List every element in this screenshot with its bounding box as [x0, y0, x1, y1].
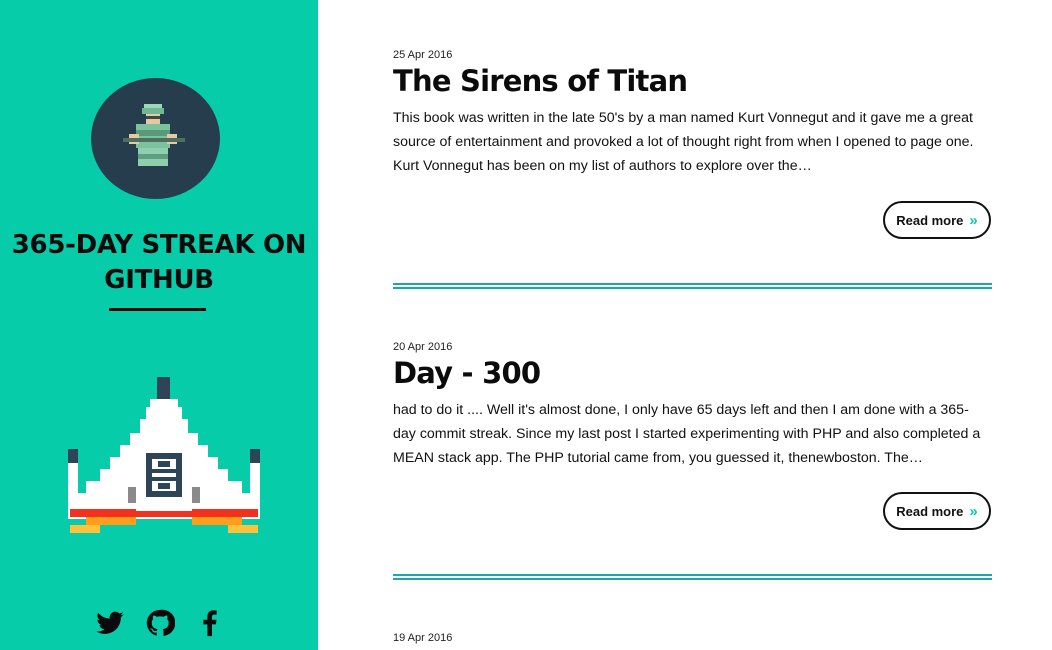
site-title[interactable]: 365-DAY STREAK ON GITHUB [0, 228, 318, 298]
post-date: 20 Apr 2016 [393, 341, 453, 353]
post-title[interactable]: The Sirens of Titan [393, 62, 993, 100]
post-date: 25 Apr 2016 [393, 49, 453, 61]
double-chevron-right-icon: » [969, 502, 978, 520]
avatar[interactable] [91, 78, 220, 199]
social-links [95, 606, 225, 640]
post-divider [393, 283, 992, 289]
post-item: 20 Apr 2016 Day - 300 had to do it .... … [393, 340, 993, 470]
post-divider [393, 574, 992, 580]
read-more-label: Read more [896, 212, 964, 228]
post-excerpt: This book was written in the late 50's b… [393, 110, 974, 174]
sidebar: 365-DAY STREAK ON GITHUB [0, 0, 318, 650]
read-more-label: Read more [896, 503, 964, 519]
read-more-button[interactable]: Read more » [883, 201, 991, 239]
post-item: 25 Apr 2016 The Sirens of Titan This boo… [393, 48, 993, 178]
spaceship-illustration [68, 377, 260, 533]
post-title[interactable]: Day - 300 [393, 354, 993, 392]
github-icon[interactable] [145, 608, 176, 638]
twitter-icon[interactable] [95, 608, 125, 638]
post-date: 19 Apr 2016 [393, 632, 453, 644]
read-more-button[interactable]: Read more » [883, 492, 991, 530]
post-excerpt: had to do it .... Well it's almost done,… [393, 402, 981, 466]
facebook-icon[interactable] [195, 608, 225, 638]
soldier-avatar-illustration [123, 104, 185, 166]
double-chevron-right-icon: » [969, 211, 978, 229]
title-divider [109, 308, 206, 311]
post-item: 19 Apr 2016 [393, 631, 993, 645]
